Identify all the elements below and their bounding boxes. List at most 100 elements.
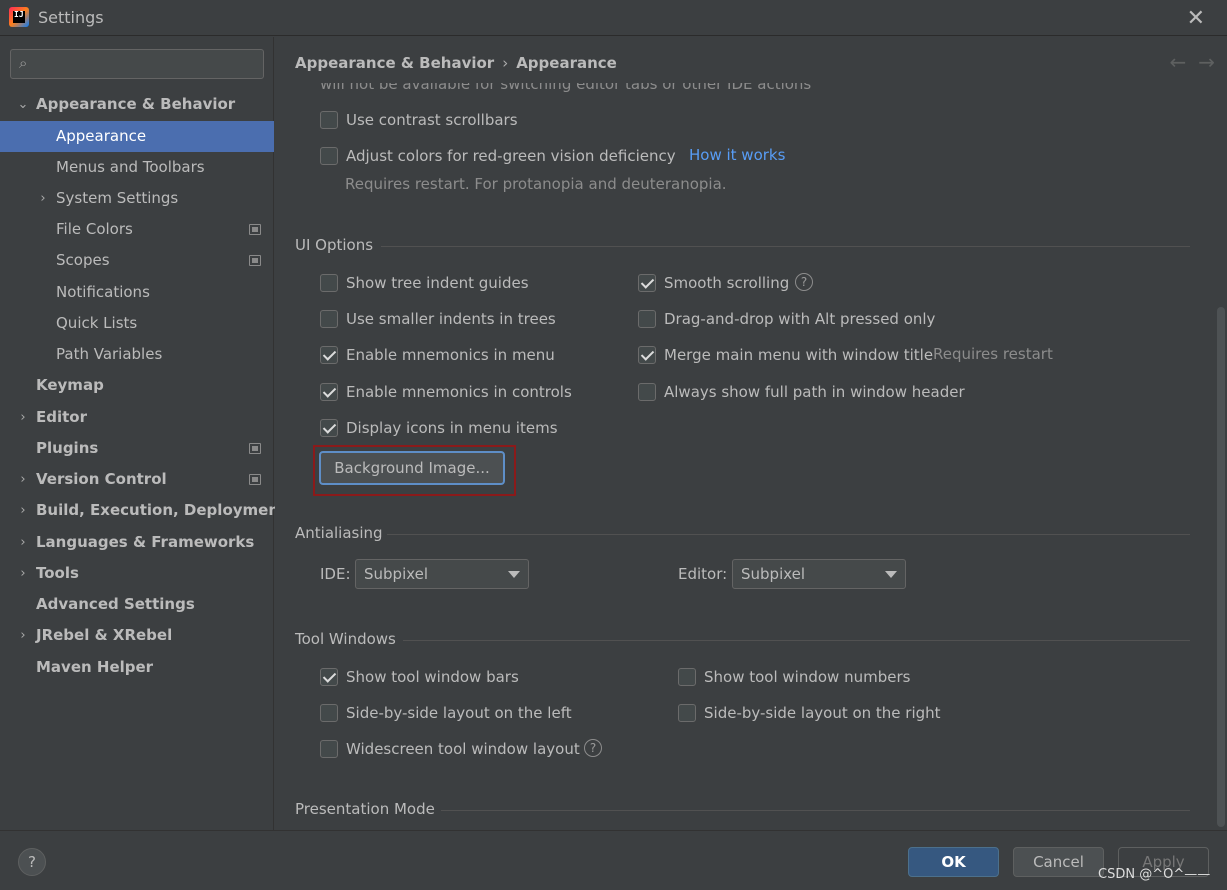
sidebar-item-notifications[interactable]: Notifications [0,277,274,308]
editor-antialiasing-select[interactable]: Subpixel [732,559,906,589]
help-icon[interactable]: ? [795,273,813,291]
checkbox[interactable] [678,704,696,722]
breadcrumb-current: Appearance [516,54,617,72]
help-icon[interactable]: ? [584,739,602,757]
checkbox-label: Show tree indent guides [346,274,529,292]
sidebar-item-label: Build, Execution, Deployment [36,501,287,519]
sidebar-item-appearance[interactable]: Appearance [0,121,274,152]
sidebar-item-file-colors[interactable]: File Colors [0,214,274,245]
chevron-down-icon[interactable]: ⌄ [16,89,30,120]
checkbox[interactable] [320,419,338,437]
scrollbar-thumb[interactable] [1217,307,1225,827]
checkbox[interactable] [320,274,338,292]
sidebar-item-tools[interactable]: › Tools [0,558,274,589]
checkbox[interactable] [320,111,338,129]
checkbox[interactable] [638,310,656,328]
sidebar-item-scopes[interactable]: Scopes [0,245,274,276]
project-level-icon [249,443,261,454]
chevron-right-icon[interactable]: › [16,558,30,589]
how-it-works-link[interactable]: How it works [689,143,785,167]
sidebar-item-languages-frameworks[interactable]: › Languages & Frameworks [0,527,274,558]
intellij-app-icon: IJ [9,7,29,27]
presentation-mode-title: Presentation Mode [295,800,435,818]
sidebar-item-maven-helper[interactable]: Maven Helper [0,652,274,683]
checkbox[interactable] [320,310,338,328]
chevron-right-icon[interactable]: › [16,527,30,558]
back-arrow-icon[interactable]: ← [1169,50,1186,74]
sidebar-item-label: Path Variables [56,345,163,363]
group-divider [387,534,1190,535]
sidebar-item-appearance-behavior[interactable]: ⌄ Appearance & Behavior [0,89,274,120]
checkbox[interactable] [320,668,338,686]
checkbox[interactable] [320,346,338,364]
sidebar-item-editor[interactable]: › Editor [0,402,274,433]
sidebar-item-label: System Settings [56,189,179,207]
search-box[interactable]: ⌕ [10,49,264,79]
checkbox-label: Use contrast scrollbars [346,111,518,129]
search-input[interactable] [43,53,257,75]
checkbox-label: Display icons in menu items [346,419,558,437]
sidebar-item-jrebel-xrebel[interactable]: › JRebel & XRebel [0,620,274,651]
checkbox[interactable] [638,274,656,292]
checkbox-label: Side-by-side layout on the right [704,704,941,722]
sidebar-item-plugins[interactable]: Plugins [0,433,274,464]
ide-antialiasing-select[interactable]: Subpixel [355,559,529,589]
settings-sidebar: ⌕ ⌄ Appearance & Behavior Appearance Men… [0,37,286,830]
cancel-button[interactable]: Cancel [1013,847,1104,877]
group-divider [441,810,1190,811]
group-divider [403,640,1190,641]
tool-windows-title: Tool Windows [295,630,396,648]
sidebar-item-advanced-settings[interactable]: Advanced Settings [0,589,274,620]
sidebar-item-menus-toolbars[interactable]: Menus and Toolbars [0,152,274,183]
title-bar: IJ Settings ✕ [0,0,1227,36]
cutoff-text: will not be available for switching edit… [320,83,812,93]
sidebar-item-quick-lists[interactable]: Quick Lists [0,308,274,339]
sidebar-item-path-variables[interactable]: Path Variables [0,339,274,370]
red-green-hint: Requires restart. For protanopia and deu… [345,175,727,193]
breadcrumb: Appearance & Behavior › Appearance [295,54,617,72]
sidebar-item-label: Scopes [56,251,110,269]
sidebar-item-system-settings[interactable]: › System Settings [0,183,274,214]
settings-content: will not be available for switching edit… [275,83,1227,830]
scrollbar[interactable] [1215,83,1227,830]
chevron-right-icon[interactable]: › [16,464,30,495]
project-level-icon [249,224,261,235]
help-button[interactable]: ? [18,848,46,876]
dropdown-arrow-icon [885,571,897,578]
checkbox[interactable] [320,740,338,758]
chevron-right-icon[interactable]: › [36,183,50,214]
chevron-right-icon[interactable]: › [16,402,30,433]
ok-button[interactable]: OK [908,847,999,877]
antialiasing-title: Antialiasing [295,524,383,542]
checkbox[interactable] [320,147,338,165]
sidebar-item-build-execution-deployment[interactable]: › Build, Execution, Deployment [0,495,286,526]
checkbox-label: Use smaller indents in trees [346,310,556,328]
checkbox-label: Adjust colors for red-green vision defic… [346,147,676,165]
chevron-right-icon[interactable]: › [16,495,30,526]
sidebar-item-label: Keymap [36,376,104,394]
checkbox[interactable] [320,704,338,722]
dropdown-arrow-icon [508,571,520,578]
forward-arrow-icon[interactable]: → [1198,50,1215,74]
checkbox[interactable] [638,383,656,401]
checkbox[interactable] [320,383,338,401]
background-image-button[interactable]: Background Image... [319,451,505,485]
sidebar-item-label: Plugins [36,439,99,457]
requires-restart-hint: Requires restart [933,345,1053,363]
chevron-right-icon[interactable]: › [16,620,30,651]
checkbox[interactable] [638,346,656,364]
checkbox-label: Side-by-side layout on the left [346,704,572,722]
sidebar-item-label: Menus and Toolbars [56,158,205,176]
breadcrumb-separator: › [502,54,509,72]
select-value: Subpixel [364,565,429,583]
breadcrumb-parent[interactable]: Appearance & Behavior [295,54,494,72]
sidebar-item-label: Appearance [56,127,147,145]
checkbox[interactable] [678,668,696,686]
checkbox-label: Always show full path in window header [664,383,965,401]
sidebar-item-version-control[interactable]: › Version Control [0,464,274,495]
checkbox-label: Show tool window bars [346,668,519,686]
group-divider [381,246,1190,247]
sidebar-item-keymap[interactable]: Keymap [0,370,274,401]
close-icon[interactable]: ✕ [1187,6,1205,31]
checkbox-label: Show tool window numbers [704,668,911,686]
